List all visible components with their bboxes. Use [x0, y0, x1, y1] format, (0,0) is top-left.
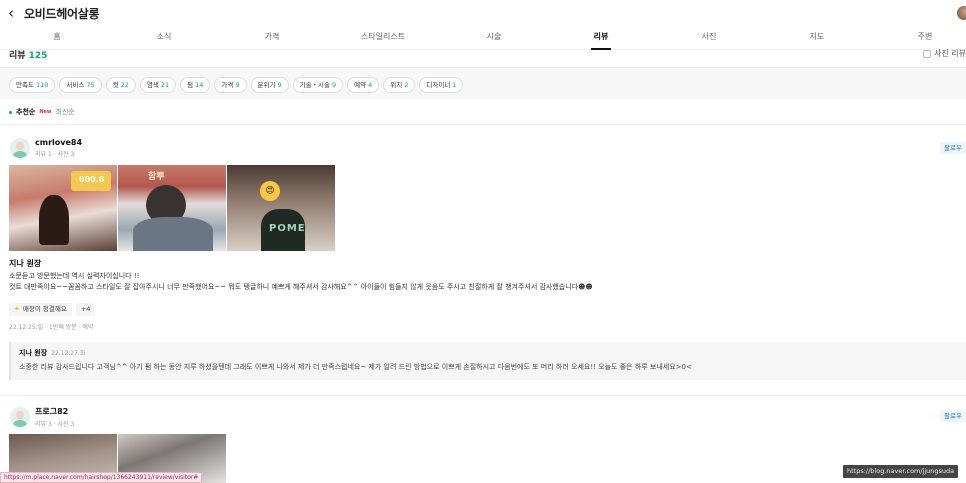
filter-chip[interactable]: 디자이너 1: [419, 77, 464, 93]
reply-date: 22.12.27.화: [51, 350, 86, 357]
reviewer-avatar[interactable]: [10, 407, 30, 427]
review-photo[interactable]: 함뿌: [118, 165, 226, 251]
selected-dot-icon: [9, 110, 12, 114]
reviewer[interactable]: cmrlove84 리뷰 1 · 사진 3: [10, 138, 82, 158]
chip-count: 1: [452, 81, 457, 89]
tab-nearby[interactable]: 주변: [918, 28, 933, 50]
review-text-line: 컷트 대만족이요~~꼼꼼하고 스타일도 잘 잡아주시니 너무 만족했어요~~ 뭐…: [9, 283, 593, 291]
sort-options: 추천순 New 최신순: [9, 107, 75, 117]
chip-count: 14: [195, 81, 204, 89]
chip-label: 서비스: [66, 81, 85, 89]
chip-count: 4: [368, 81, 373, 89]
chip-label: 펌: [187, 81, 194, 89]
filter-chip[interactable]: 분위기 9: [250, 77, 289, 93]
filter-chip[interactable]: 가격 9: [214, 77, 247, 93]
filter-chip[interactable]: 만족도 110: [9, 77, 56, 93]
tab-stylist[interactable]: 스타일리스트: [361, 28, 405, 50]
chip-count: 75: [86, 81, 95, 89]
visit-info: 22.12.25.일 · 1번째 방문 · 예약: [9, 324, 94, 331]
filter-area: 만족도 110 서비스 75 컷 22 염색 21 펌 14 가격 9 분위기 9 기술・시술…: [0, 67, 966, 99]
review-count: 125: [28, 51, 48, 61]
tab-price[interactable]: 가격: [265, 28, 280, 50]
review-photos: 000.0 함뿌 😍 POME: [9, 165, 335, 251]
divider: [0, 395, 966, 396]
chip-label: 만족도: [16, 81, 34, 89]
tag-label: 매장이 청결해요: [22, 305, 67, 313]
chip-label: 염색: [146, 81, 159, 89]
chip-count: 9: [277, 81, 282, 89]
sparkle-icon: ✦: [14, 305, 20, 313]
reviewer-name[interactable]: cmrlove84: [35, 138, 82, 147]
photo-review-toggle[interactable]: 사진 리뷰: [923, 48, 966, 59]
page-title: 오비드헤어살롱: [24, 7, 100, 21]
reviewer-name[interactable]: 프로그82: [35, 406, 74, 417]
filter-chip[interactable]: 위치 2: [383, 77, 416, 93]
tab-map[interactable]: 지도: [810, 28, 825, 50]
filter-chip[interactable]: 염색 21: [139, 77, 177, 93]
reply-author: 지나 원장: [19, 349, 48, 357]
photo-review-label: 사진 리뷰: [934, 49, 966, 58]
tab-treatment[interactable]: 시술: [487, 28, 502, 50]
filter-chip[interactable]: 서비스 75: [59, 77, 102, 93]
owner-reply: 지나 원장 22.12.27.화 소중한 리뷰 감사드립니다 고객님^^ 아기 펌…: [9, 342, 966, 380]
reviewer-meta: 리뷰 1 · 사진 3: [35, 151, 75, 158]
chip-label: 분위기: [257, 81, 276, 89]
review-photo[interactable]: 😍 POME: [227, 165, 335, 251]
sort-recommended[interactable]: 추천순: [16, 107, 35, 117]
chip-label: 예약: [354, 81, 367, 89]
tab-photo[interactable]: 사진: [702, 28, 717, 50]
filter-chip[interactable]: 기술・시술 9: [292, 77, 344, 93]
photo-text: 000.0: [79, 175, 105, 184]
filter-chip[interactable]: 펌 14: [180, 77, 211, 93]
chip-count: 9: [332, 81, 337, 89]
chip-count: 110: [35, 81, 49, 89]
filter-chip[interactable]: 예약 4: [347, 77, 380, 93]
follow-button[interactable]: 팔로우: [940, 410, 966, 422]
tab-news[interactable]: 소식: [157, 28, 172, 50]
reviewer[interactable]: 프로그82 리뷰 3 · 사진 3: [10, 406, 74, 428]
more-tags-button[interactable]: +4: [75, 303, 96, 316]
tab-review[interactable]: 리뷰: [591, 28, 611, 50]
review-designer: 지나 원장: [9, 259, 42, 268]
photo-text: 함뿌: [148, 172, 165, 182]
link-tooltip: https://blog.naver.com/jjungsuda: [843, 465, 959, 478]
follow-button[interactable]: 팔로우: [940, 142, 966, 154]
status-bar-url: https://m.place.naver.com/hairshop/13662…: [0, 472, 203, 483]
chip-label: 컷: [112, 81, 119, 89]
reply-text: 소중한 리뷰 감사드립니다 고객님^^ 아기 펌 하는 동안 지루 하셨을텐데 …: [19, 363, 692, 371]
chip-count: 9: [235, 81, 240, 89]
tab-home[interactable]: 홈: [53, 28, 60, 50]
chip-count: 22: [120, 81, 129, 89]
sort-latest[interactable]: 최신순: [56, 107, 75, 117]
chip-count: 21: [160, 81, 170, 89]
chip-count: 2: [404, 81, 409, 89]
filter-chips: 만족도 110 서비스 75 컷 22 염색 21 펌 14 가격 9 분위기 9 기술・시술…: [9, 77, 464, 93]
review-text-line: 소문듣고 방문했는데 역시 실력자이십니다 !!: [9, 272, 140, 280]
review-tags: ✦ 매장이 청결해요 +4: [9, 303, 96, 316]
reviewer-avatar[interactable]: [10, 138, 30, 158]
chip-label: 기술・시술: [299, 81, 331, 89]
filter-chip[interactable]: 컷 22: [105, 77, 136, 93]
checkbox-icon[interactable]: [923, 49, 932, 58]
photo-text: POME: [269, 223, 306, 234]
chip-label: 위치: [390, 81, 403, 89]
divider: [0, 124, 966, 125]
new-badge: New: [39, 109, 52, 115]
chip-label: 디자이너: [426, 81, 451, 89]
review-heading-label: 리뷰: [9, 51, 26, 61]
review-heading: 리뷰 125: [9, 48, 47, 61]
smiley-emoji-icon: 😍: [260, 181, 280, 201]
profile-avatar[interactable]: [957, 6, 966, 20]
top-bar: ‹ 오비드헤어살롱: [0, 0, 966, 28]
chip-label: 가격: [221, 81, 234, 89]
reply-header: 지나 원장 22.12.27.화: [19, 348, 85, 358]
reviewer-meta: 리뷰 3 · 사진 3: [35, 421, 75, 428]
tab-bar: 홈 소식 가격 스타일리스트 시술 리뷰 사진 지도 주변: [0, 28, 966, 50]
review-tag[interactable]: ✦ 매장이 청결해요: [9, 303, 72, 316]
review-photo[interactable]: 000.0: [9, 165, 117, 251]
review-text[interactable]: 소문듣고 방문했는데 역시 실력자이십니다 !! 컷트 대만족이요~~꼼꼼하고 …: [9, 271, 593, 293]
back-arrow-icon[interactable]: ‹: [8, 5, 22, 21]
